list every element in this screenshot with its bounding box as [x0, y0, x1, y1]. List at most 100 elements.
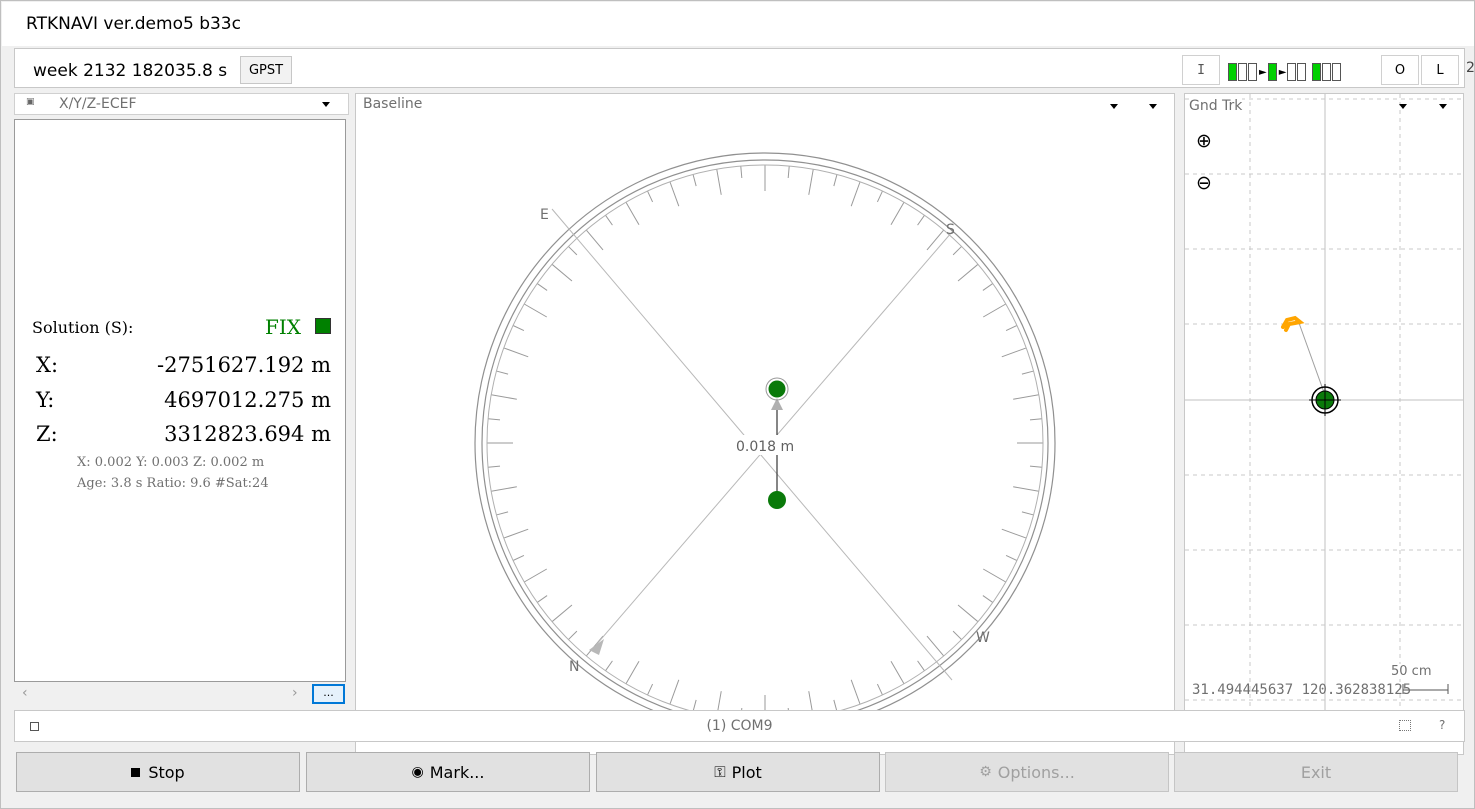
baseline-panel: Baseline E S W N 0.018 m: [355, 93, 1175, 755]
chevron-down-icon[interactable]: [1399, 104, 1407, 109]
indicator-log-2: [1322, 63, 1332, 81]
compass-tick: [491, 394, 517, 400]
compass-tick: [716, 169, 722, 195]
compass-tick: [833, 174, 838, 187]
position-coordinates: 31.494445637 120.362838125: [1192, 682, 1412, 698]
rover-dot: [768, 380, 786, 398]
fix-status-icon: [315, 318, 331, 334]
compass-tick: [625, 201, 640, 226]
compass-tick: [876, 683, 883, 696]
title-bar: RTKNAVI ver.demo5 b33c: [2, 2, 1474, 46]
output-stream-button[interactable]: O: [1381, 55, 1419, 85]
log-stream-button[interactable]: L: [1421, 55, 1459, 85]
ground-track-title[interactable]: Gnd Trk: [1189, 98, 1243, 114]
compass-tick: [982, 568, 1007, 583]
compass-tick: [850, 181, 861, 207]
compass-tick: [536, 595, 548, 603]
stop-icon: [131, 767, 141, 777]
compass-tick: [1029, 465, 1042, 468]
baseline-length: 0.018 m: [736, 439, 794, 455]
window-layout-icon[interactable]: [1399, 720, 1411, 731]
compass-tick: [957, 263, 979, 282]
help-icon[interactable]: ?: [1439, 718, 1445, 732]
compass-tick: [890, 660, 905, 685]
stream-status-indicator: ► ►: [1228, 58, 1380, 86]
compass-tick: [512, 325, 525, 332]
base-dot: [768, 491, 786, 509]
compass-tick: [491, 486, 517, 492]
input-stream-button[interactable]: I: [1182, 55, 1220, 85]
compass-tick: [740, 166, 743, 179]
plot-button[interactable]: ⚿ Plot: [596, 752, 880, 792]
solution-status: FIX: [265, 315, 302, 339]
time-system-button[interactable]: GPST: [240, 56, 292, 84]
indicator-output-2: [1297, 63, 1307, 81]
compass-tick: [1013, 394, 1039, 400]
compass-tick: [669, 181, 680, 207]
indicator-input-base: [1238, 63, 1247, 81]
indicator-log-3: [1332, 63, 1342, 81]
gps-time[interactable]: week 2132 182035.8 s: [33, 61, 227, 81]
compass-tick: [982, 283, 994, 291]
toolbar-edge-char: 2: [1466, 60, 1475, 76]
compass-tick: [692, 174, 697, 187]
compass-label-n: N: [569, 659, 579, 675]
compass-tick: [488, 465, 501, 468]
north-arrow-head: [589, 639, 604, 655]
compass-tick: [536, 283, 548, 291]
compass-tick: [523, 568, 548, 583]
scroll-left-icon[interactable]: ‹: [22, 685, 28, 701]
z-value: 3312823.694 m: [164, 422, 331, 446]
compass-tick: [625, 660, 640, 685]
coordinate-format-label[interactable]: X/Y/Z-ECEF: [59, 96, 137, 112]
ground-track-grid: [1185, 94, 1463, 734]
chevron-down-icon[interactable]: [1439, 104, 1447, 109]
chevron-down-icon[interactable]: [322, 102, 330, 107]
scroll-right-icon[interactable]: ›: [292, 685, 298, 701]
indicator-input-corr: [1248, 63, 1257, 81]
compass-tick: [496, 511, 509, 516]
exit-button[interactable]: Exit: [1174, 752, 1458, 792]
zoom-out-icon[interactable]: ⊖: [1196, 172, 1212, 194]
mark-icon: ◉: [411, 764, 424, 780]
indicator-process: [1267, 63, 1277, 81]
scale-label: 50 cm: [1391, 664, 1432, 679]
compass-tick: [503, 528, 529, 539]
top-toolbar: week 2132 182035.8 s GPST I ► ► O L: [14, 48, 1465, 88]
x-value: -2751627.192 m: [157, 353, 331, 377]
zoom-in-icon[interactable]: ⊕: [1196, 130, 1212, 152]
solution-display: Solution (S): FIX X: -2751627.192 m Y: 4…: [14, 119, 346, 682]
solution-label: Solution (S):: [32, 318, 134, 337]
stop-button[interactable]: Stop: [16, 752, 300, 792]
compass-tick: [926, 229, 945, 251]
compass-tick: [605, 214, 613, 226]
mark-button[interactable]: ◉ Mark...: [306, 752, 590, 792]
port-status: (1) COM9: [706, 718, 773, 734]
compass-tick: [1001, 347, 1027, 358]
panel-menu-icon[interactable]: ▣: [26, 97, 35, 107]
compass-tick: [669, 679, 680, 705]
gear-icon: ⚙: [979, 764, 992, 780]
stop-button-label: Stop: [148, 762, 185, 782]
more-options-button[interactable]: ...: [312, 684, 345, 704]
arrow-icon: ►: [1259, 66, 1267, 78]
compass-tick: [1029, 418, 1042, 421]
compass-tick: [917, 660, 925, 672]
age-line: Age: 3.8 s Ratio: 9.6 #Sat:24: [77, 476, 269, 491]
x-label: X:: [36, 353, 59, 377]
compass-tick: [787, 166, 790, 179]
compass-tick: [1005, 325, 1018, 332]
compass-tick: [850, 679, 861, 705]
mark-button-label: Mark...: [429, 762, 485, 782]
compass-tick: [876, 190, 883, 203]
z-label: Z:: [36, 422, 58, 446]
window-title: RTKNAVI ver.demo5 b33c: [26, 14, 241, 34]
solution-panel: ▣ X/Y/Z-ECEF Solution (S): FIX X: -27516…: [14, 93, 349, 755]
compass-tick: [808, 169, 814, 195]
compass-tick: [568, 246, 578, 256]
compass-tick: [952, 246, 962, 256]
compass-tick: [1021, 511, 1034, 516]
options-button[interactable]: ⚙ Options...: [885, 752, 1169, 792]
solution-panel-header[interactable]: ▣ X/Y/Z-ECEF: [14, 93, 349, 115]
horizontal-scrollbar[interactable]: ‹ ›: [14, 684, 312, 706]
